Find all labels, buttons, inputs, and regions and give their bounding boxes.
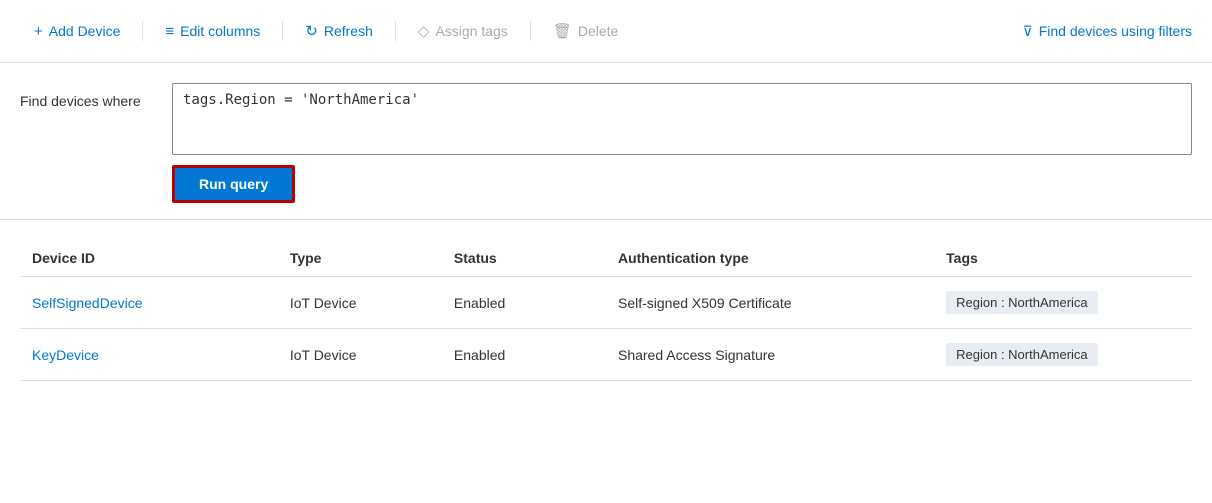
auth-type-cell-2: Shared Access Signature <box>606 329 934 381</box>
col-header-type: Type <box>278 240 442 277</box>
device-table: Device ID Type Status Authentication typ… <box>20 240 1192 381</box>
col-header-auth-type: Authentication type <box>606 240 934 277</box>
assign-tags-label: Assign tags <box>435 23 507 39</box>
query-right: tags.Region = 'NorthAmerica' Run query <box>172 83 1192 203</box>
table-body: SelfSignedDevice IoT Device Enabled Self… <box>20 277 1192 381</box>
device-id-cell-1: SelfSignedDevice <box>20 277 278 329</box>
status-cell-2: Enabled <box>442 329 606 381</box>
query-input[interactable]: tags.Region = 'NorthAmerica' <box>172 83 1192 155</box>
toolbar-divider-2 <box>282 21 283 41</box>
device-link-2[interactable]: KeyDevice <box>32 347 99 363</box>
auth-type-cell-1: Self-signed X509 Certificate <box>606 277 934 329</box>
edit-columns-label: Edit columns <box>180 23 260 39</box>
table-row: SelfSignedDevice IoT Device Enabled Self… <box>20 277 1192 329</box>
col-header-device-id: Device ID <box>20 240 278 277</box>
find-devices-filter-button[interactable]: ⊽ Find devices using filters <box>1022 23 1192 40</box>
col-header-status: Status <box>442 240 606 277</box>
type-cell-2: IoT Device <box>278 329 442 381</box>
table-header: Device ID Type Status Authentication typ… <box>20 240 1192 277</box>
add-device-label: Add Device <box>49 23 121 39</box>
edit-columns-button[interactable]: ≡ Edit columns <box>151 15 274 48</box>
delete-button[interactable]: 🗑 Delete <box>539 14 633 48</box>
device-link-1[interactable]: SelfSignedDevice <box>32 295 143 311</box>
filter-icon: ⊽ <box>1022 23 1032 40</box>
find-devices-label: Find devices using filters <box>1039 23 1192 39</box>
refresh-button[interactable]: ↻ Refresh <box>291 14 387 48</box>
run-query-button[interactable]: Run query <box>172 165 295 203</box>
tag-badge-1: Region : NorthAmerica <box>946 291 1098 314</box>
tag-badge-2: Region : NorthAmerica <box>946 343 1098 366</box>
delete-label: Delete <box>578 23 618 39</box>
type-cell-1: IoT Device <box>278 277 442 329</box>
delete-icon: 🗑 <box>553 22 572 40</box>
toolbar-divider-3 <box>395 21 396 41</box>
toolbar-left: + Add Device ≡ Edit columns ↻ Refresh ◇ … <box>20 14 1022 48</box>
status-cell-1: Enabled <box>442 277 606 329</box>
query-label: Find devices where <box>20 83 160 109</box>
query-section: Find devices where tags.Region = 'NorthA… <box>0 63 1212 220</box>
refresh-label: Refresh <box>324 23 373 39</box>
tags-cell-2: Region : NorthAmerica <box>934 329 1192 381</box>
refresh-icon: ↻ <box>305 22 318 40</box>
assign-tags-button[interactable]: ◇ Assign tags <box>404 14 522 48</box>
toolbar: + Add Device ≡ Edit columns ↻ Refresh ◇ … <box>0 0 1212 63</box>
toolbar-divider-1 <box>142 21 143 41</box>
add-device-button[interactable]: + Add Device <box>20 15 134 48</box>
table-section: Device ID Type Status Authentication typ… <box>0 220 1212 381</box>
tags-cell-1: Region : NorthAmerica <box>934 277 1192 329</box>
device-id-cell-2: KeyDevice <box>20 329 278 381</box>
assign-tags-icon: ◇ <box>418 22 430 40</box>
col-header-tags: Tags <box>934 240 1192 277</box>
table-row: KeyDevice IoT Device Enabled Shared Acce… <box>20 329 1192 381</box>
add-icon: + <box>34 23 43 40</box>
toolbar-divider-4 <box>530 21 531 41</box>
edit-columns-icon: ≡ <box>165 23 174 40</box>
